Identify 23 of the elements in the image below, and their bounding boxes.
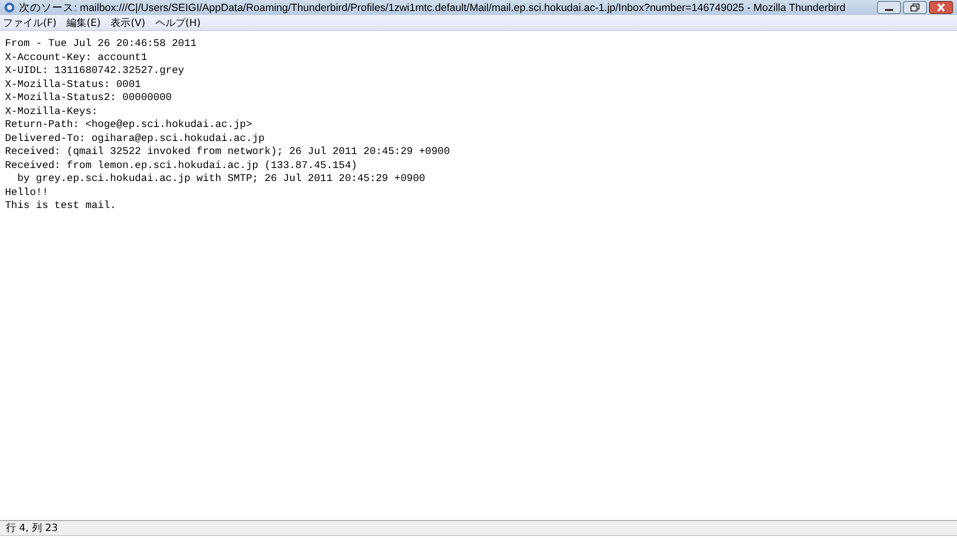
source-line: Received: from lemon.ep.sci.hokudai.ac.jp (133.87.45.154)	[5, 160, 358, 173]
menu-item[interactable]: ファイル(F)	[3, 16, 57, 30]
source-line: From - Tue Jul 26 20:46:58 2011	[5, 38, 197, 52]
close-button[interactable]	[929, 1, 953, 14]
source-line: This is test mail.	[5, 200, 116, 214]
menu-item[interactable]: 表示(V)	[110, 16, 146, 30]
source-line: Delivered-To: ogihara@ep.sci.hokudai.ac.jp	[5, 132, 265, 146]
source-line: Received: (qmail 32522 invoked from network); 26 Jul 2011 20:45:29 +0900	[5, 146, 450, 160]
source-line: X-Mozilla-Status2: 00000000	[5, 92, 172, 106]
minimize-button[interactable]	[877, 1, 901, 14]
source-line: Hello!!	[5, 186, 48, 200]
source-line: X-UIDL: 1311680742.32527.grey	[5, 65, 184, 78]
menu-item[interactable]: ヘルプ(H)	[155, 16, 201, 30]
cursor-position: 行 4, 列 23	[6, 522, 58, 535]
window-title: 次のソース: mailbox:///C|/Users/SEIGI/AppData/Roaming/Thunderbird/Profiles/1zwi1mtc.default/Mail/mail.ep.sci.hokudai.ac-1.jp/Inbox?number=146749025 - Mozilla Thunderbird	[19, 0, 846, 14]
source-line: Return-Path: <hoge@ep.sci.hokudai.ac.jp>	[5, 119, 252, 132]
source-line: by grey.ep.sci.hokudai.ac.jp with SMTP; 26 Jul 2011 20:45:29 +0900	[16, 173, 426, 186]
source-line: X-Mozilla-Keys:	[5, 106, 98, 119]
source-line: X-Mozilla-Status: 0001	[5, 78, 141, 92]
menu-item[interactable]: 編集(E)	[66, 16, 101, 30]
maximize-button[interactable]	[903, 1, 927, 14]
source-line: X-Account-Key: account1	[5, 52, 148, 65]
app-icon	[4, 2, 15, 13]
